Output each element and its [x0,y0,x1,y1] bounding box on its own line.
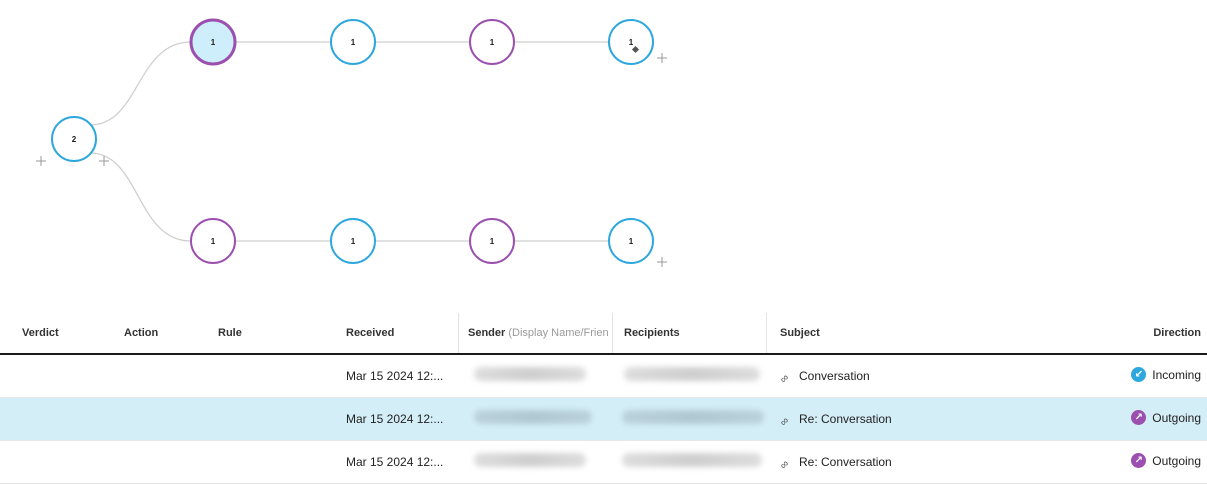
header-sender-sublabel: (Display Name/Friend [508,327,608,339]
subject-text: Re: Conversation [799,412,892,426]
table-header: Verdict Action Rule Received Sender (Dis… [0,313,1207,355]
graph-edge [89,41,192,126]
node-count-label: 2 [72,135,77,144]
node-count-label: 1 [490,38,495,47]
conversation-graph-canvas: 2 1 1 1 1 1 1 1 1 [36,18,667,267]
header-action[interactable]: Action [124,327,158,339]
recipients-cell-redacted [622,453,762,467]
subject-text: Re: Conversation [799,455,892,469]
sender-cell-redacted [474,453,586,467]
node-count-label: 1 [490,237,495,246]
graph-edge [89,152,192,242]
node-count-label: 1 [629,38,634,47]
message-table: Verdict Action Rule Received Sender (Dis… [0,313,1207,484]
received-cell: Mar 15 2024 12:... [346,369,444,383]
node-count-label: 1 [211,237,216,246]
header-sender[interactable]: Sender (Display Name/Friend [468,327,608,339]
header-received[interactable]: Received [346,327,394,339]
direction-text: Outgoing [1152,410,1201,425]
subject-cell: ∞ Re: Conversation [777,412,892,429]
received-cell: Mar 15 2024 12:... [346,412,444,426]
header-verdict[interactable]: Verdict [22,327,59,339]
header-direction[interactable]: Direction [1153,327,1201,339]
column-divider[interactable] [766,313,767,353]
direction-cell: ↙ Incoming [1131,367,1201,382]
column-divider[interactable] [458,313,459,353]
subject-cell: ∞ Conversation [777,369,870,386]
direction-text: Incoming [1152,367,1201,382]
outgoing-arrow-icon: ↗ [1131,410,1147,425]
node-count-label: 1 [211,38,216,47]
recipients-cell-redacted [624,367,760,381]
subject-text: Conversation [799,369,870,383]
sender-cell-redacted [474,367,586,381]
direction-cell: ↗ Outgoing [1131,410,1201,425]
table-row[interactable]: Mar 15 2024 12:... ∞ Re: Conversation ↗ O… [0,398,1207,441]
node-count-label: 1 [351,237,356,246]
column-divider[interactable] [612,313,613,353]
table-row[interactable]: Mar 15 2024 12:... ∞ Re: Conversation ↗ O… [0,441,1207,484]
received-cell: Mar 15 2024 12:... [346,455,444,469]
header-sender-label: Sender [468,327,506,339]
header-rule[interactable]: Rule [218,327,242,339]
table-row[interactable]: Mar 15 2024 12:... ∞ Conversation ↙ Incom… [0,355,1207,398]
link-icon: ∞ [777,371,792,386]
node-count-label: 1 [351,38,356,47]
link-icon: ∞ [777,457,792,472]
header-subject[interactable]: Subject [780,327,820,339]
link-icon: ∞ [777,414,792,429]
direction-text: Outgoing [1152,453,1201,468]
node-count-label: 1 [629,237,634,246]
conversation-graph: 2 1 1 1 1 1 1 1 1 [0,0,1207,310]
incoming-arrow-icon: ↙ [1131,367,1147,382]
subject-cell: ∞ Re: Conversation [777,455,892,472]
sender-cell-redacted [474,410,592,424]
recipients-cell-redacted [622,410,764,424]
header-recipients[interactable]: Recipients [624,327,680,339]
